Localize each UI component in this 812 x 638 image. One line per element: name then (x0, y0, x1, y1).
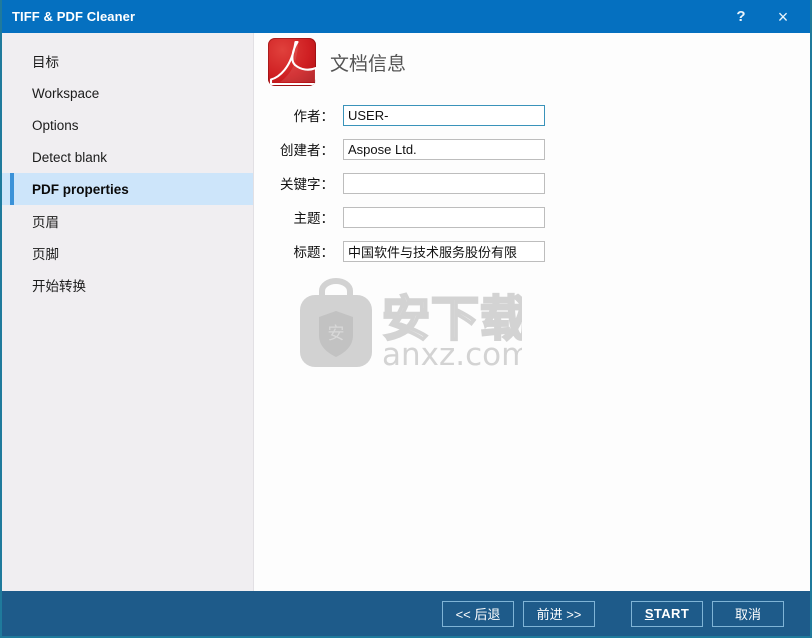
back-button[interactable]: << 后退 (442, 600, 514, 627)
sidebar-navigation: 目标 Workspace Options Detect blank PDF pr… (2, 33, 254, 591)
sidebar-item-start-convert[interactable]: 开始转换 (2, 269, 253, 301)
start-button-accel: S (644, 606, 654, 621)
form-row-creator: 创建者： (255, 132, 810, 166)
start-button[interactable]: S TART (631, 600, 703, 627)
sidebar-item-label: Detect blank (32, 149, 108, 165)
window-title: TIFF & PDF Cleaner (12, 9, 136, 24)
application-window: TIFF & PDF Cleaner ? × 目标 Workspace Opti… (0, 0, 812, 638)
main-content: 文档信息 作者： 创建者： 关键字： 主题： 标题： (255, 33, 810, 591)
sidebar-item-label: Workspace (32, 85, 100, 101)
help-icon[interactable]: ? (720, 0, 762, 33)
next-button[interactable]: 前进 >> (523, 600, 595, 627)
form-row-author: 作者： (255, 98, 810, 132)
svg-text:安: 安 (328, 324, 345, 344)
sidebar-item-pdf-properties[interactable]: PDF properties (2, 173, 253, 205)
sidebar-item-workspace[interactable]: Workspace (2, 77, 253, 109)
watermark-domain-text: anxz.com (382, 337, 522, 369)
form-row-title: 标题： (255, 234, 810, 268)
page-title: 文档信息 (330, 53, 407, 75)
content-header: 文档信息 (268, 38, 406, 86)
creator-label: 创建者： (280, 143, 334, 158)
sidebar-item-label: 页脚 (32, 247, 59, 262)
close-icon[interactable]: × (762, 0, 804, 33)
document-info-form: 作者： 创建者： 关键字： 主题： 标题： (255, 98, 810, 268)
sidebar-item-detect-blank[interactable]: Detect blank (2, 141, 253, 173)
creator-input[interactable] (343, 138, 545, 160)
title-input[interactable] (343, 240, 545, 262)
footer-button-bar: << 后退 前进 >> S TART 取消 (2, 591, 810, 636)
cancel-button[interactable]: 取消 (712, 600, 784, 627)
sidebar-item-header[interactable]: 页眉 (2, 205, 253, 237)
form-row-subject: 主题： (255, 200, 810, 234)
subject-label: 主题： (293, 211, 335, 226)
form-row-keywords: 关键字： (255, 166, 810, 200)
subject-input[interactable] (343, 206, 545, 228)
keywords-label: 关键字： (280, 177, 334, 192)
start-button-rest: TART (653, 606, 690, 621)
sidebar-item-label: 页眉 (32, 215, 59, 230)
watermark-brand-text: 安下载 (381, 290, 529, 348)
svg-text:安下载: 安下载 (382, 291, 522, 347)
sidebar-item-options[interactable]: Options (2, 109, 253, 141)
watermark: 安 安下载 anxz.com (298, 277, 531, 373)
sidebar-item-label: 开始转换 (32, 279, 86, 294)
selection-accent-bar (10, 173, 14, 205)
author-input[interactable] (343, 104, 545, 126)
keywords-input[interactable] (343, 172, 545, 194)
title-label: 标题： (293, 245, 335, 260)
author-label: 作者： (293, 109, 335, 124)
sidebar-item-target[interactable]: 目标 (2, 45, 253, 77)
sidebar-item-label: 目标 (32, 55, 59, 70)
sidebar-item-footer[interactable]: 页脚 (2, 237, 253, 269)
sidebar-item-label: Options (32, 117, 79, 133)
shopping-bag-shield-icon: 安 (300, 278, 372, 367)
title-bar: TIFF & PDF Cleaner ? × (2, 0, 810, 33)
pdf-document-icon (268, 38, 316, 86)
sidebar-item-label: PDF properties (32, 181, 129, 197)
